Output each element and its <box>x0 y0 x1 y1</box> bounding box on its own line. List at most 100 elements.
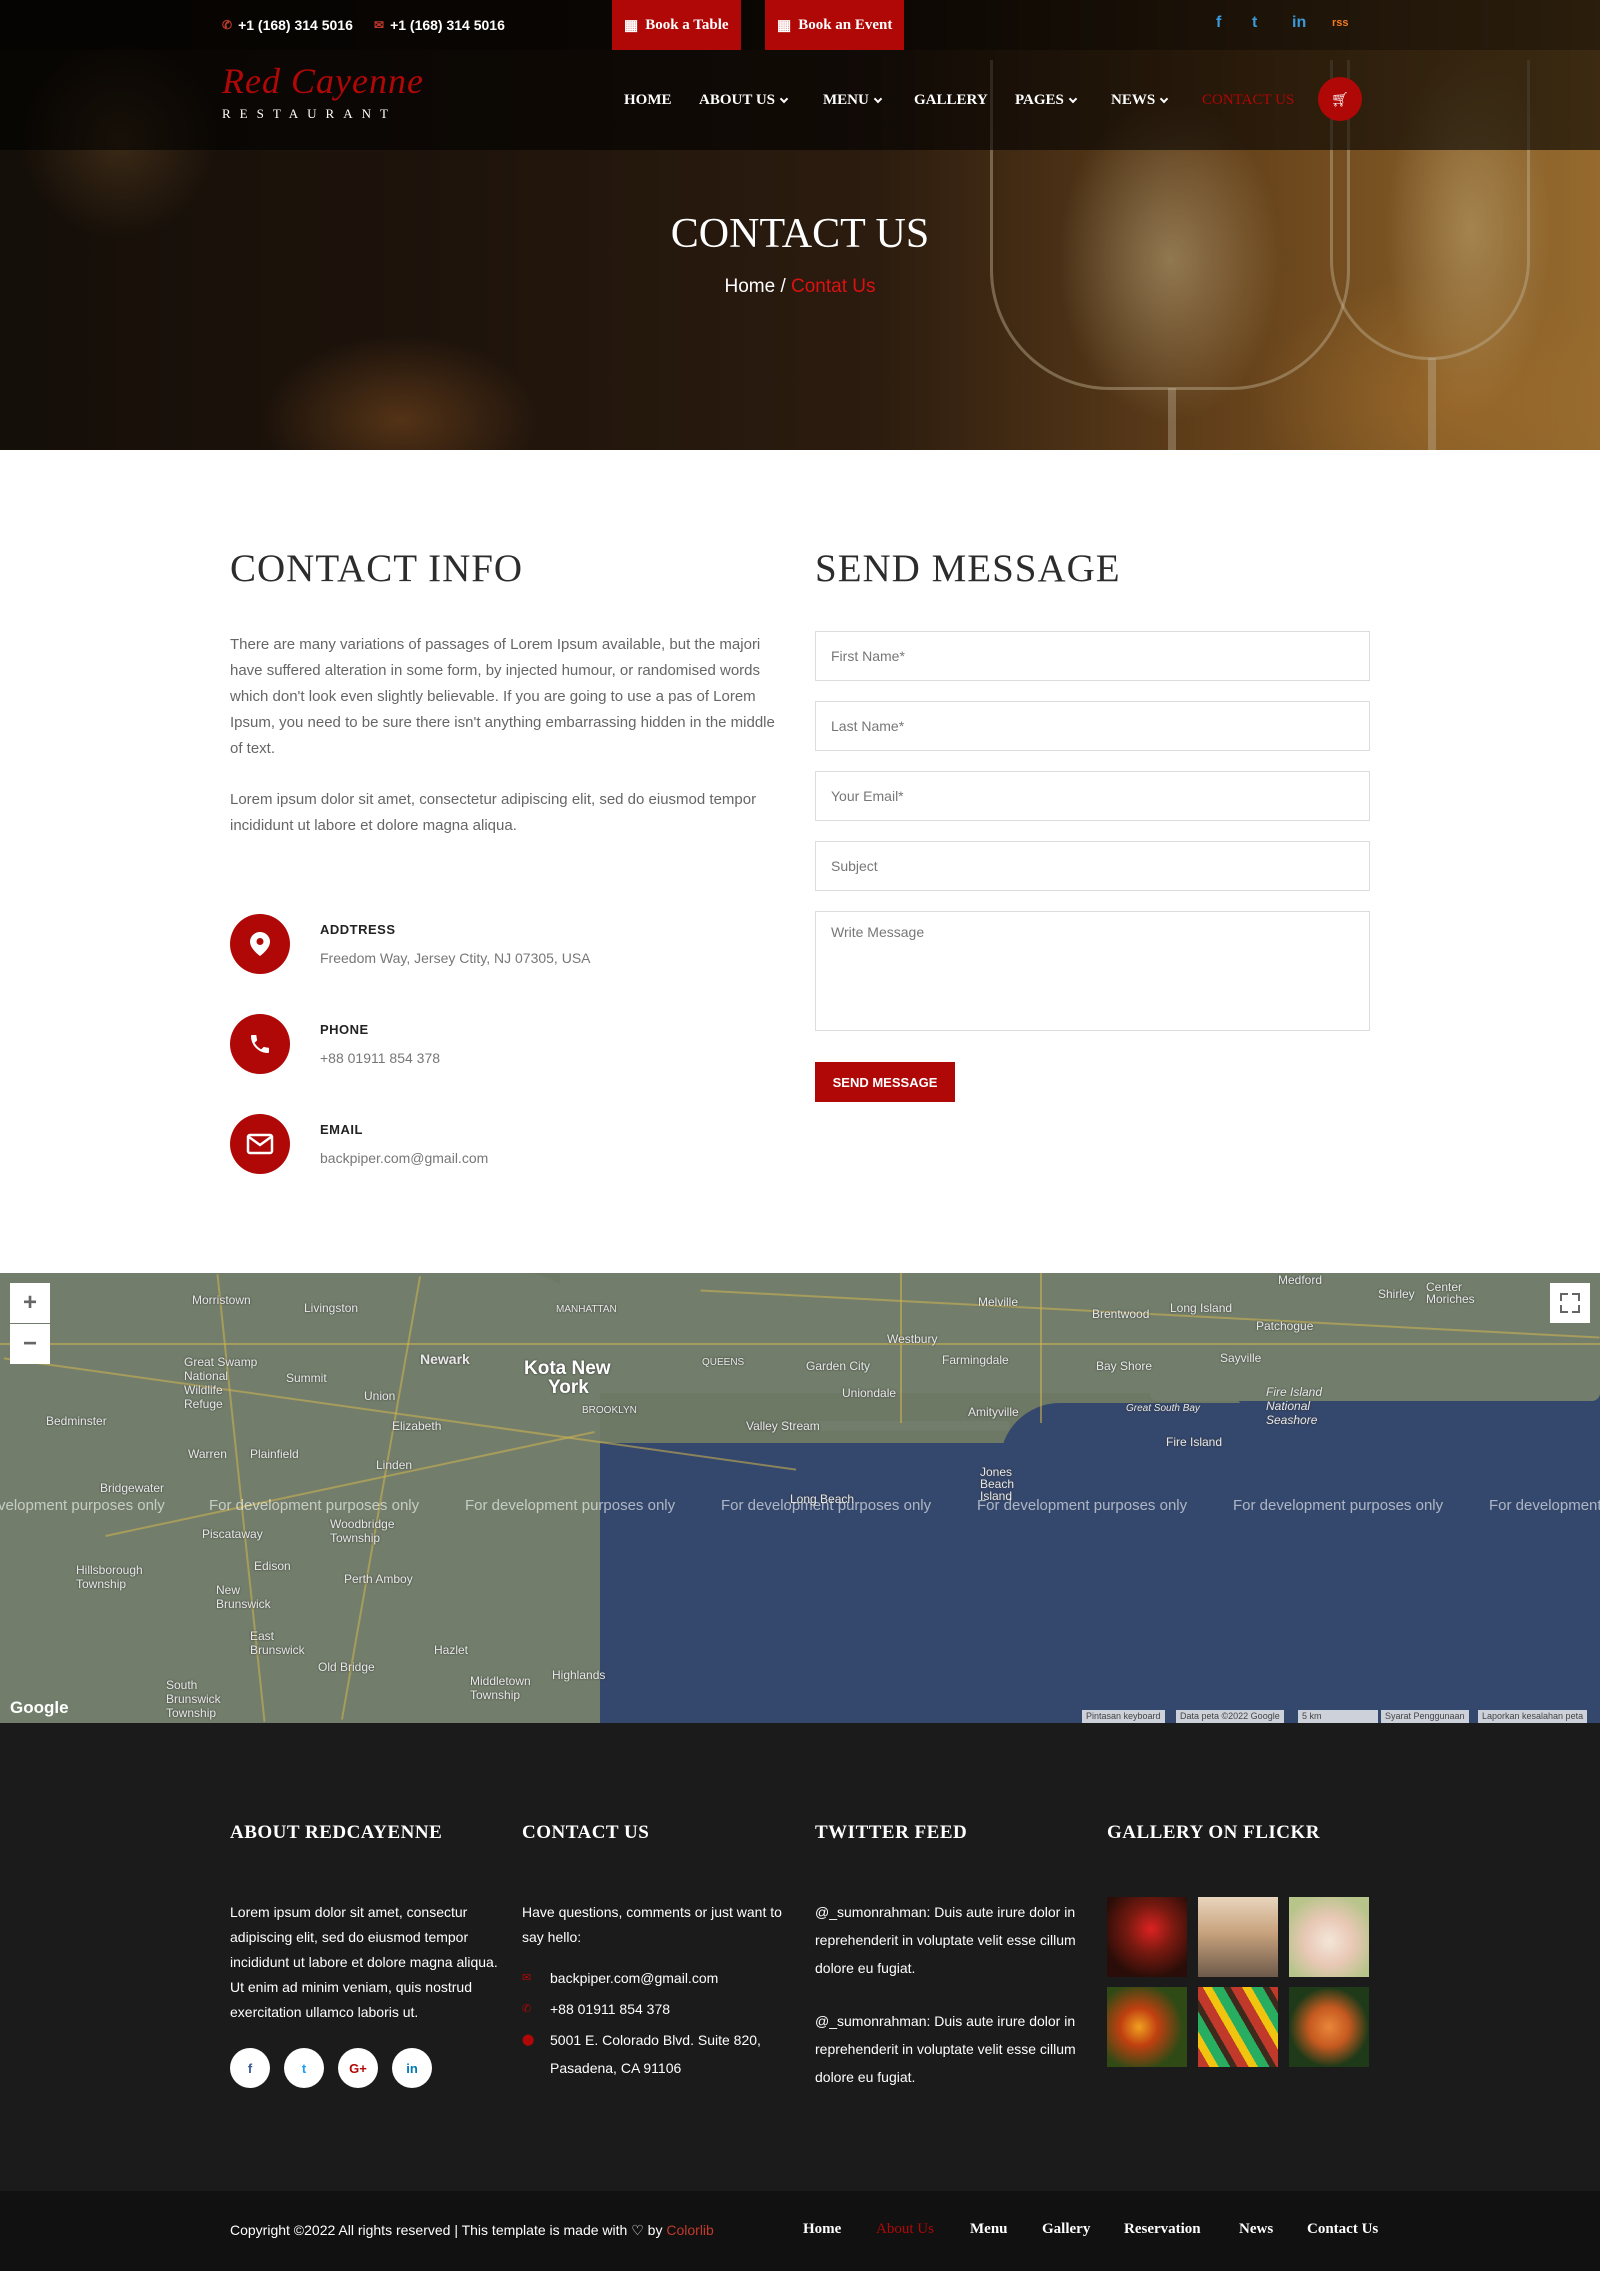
copyright: Copyright ©2022 All rights reserved | Th… <box>230 2222 714 2238</box>
footer-nav-reservation[interactable]: Reservation <box>1124 2221 1201 2238</box>
tweet: @_sumonrahman: Duis aute irure dolor in … <box>815 2013 1076 2085</box>
footer-contact-phone[interactable]: ✆ +88 01911 854 378 <box>522 1995 670 2023</box>
flickr-thumbnail[interactable] <box>1107 1987 1187 2067</box>
footer-gallery-title: GALLERY ON FLICKR <box>1107 1822 1320 1843</box>
footer-nav-about-us[interactable]: About Us <box>876 2221 934 2238</box>
contact-info-paragraph-2: Lorem ipsum dolor sit amet, consectetur … <box>230 791 757 834</box>
twitter-icon[interactable]: t <box>284 2048 324 2088</box>
flickr-thumbnail[interactable] <box>1198 1987 1278 2067</box>
zoom-out-button[interactable]: − <box>10 1324 50 1364</box>
map-label: New Brunswick <box>216 1583 271 1611</box>
flickr-thumbnail[interactable] <box>1198 1897 1278 1977</box>
phone-icon: ✆ <box>222 18 233 32</box>
google-logo[interactable]: Google <box>10 1698 69 1718</box>
zoom-in-button[interactable]: + <box>10 1283 50 1323</box>
top-phone-1[interactable]: ✆ +1 (168) 314 5016 <box>222 17 353 33</box>
footer-contact-address: ⬤ 5001 E. Colorado Blvd. Suite 820, Pasa… <box>522 2026 761 2082</box>
map-label: East Brunswick <box>250 1629 305 1657</box>
map-label: Old Bridge <box>318 1660 375 1674</box>
map-label: Highlands <box>552 1668 606 1682</box>
chevron-down-icon <box>779 94 789 103</box>
first-name-field[interactable] <box>815 631 1370 681</box>
message-field[interactable] <box>815 911 1370 1031</box>
calendar-icon: ▦ <box>777 17 792 34</box>
map-label: BROOKLYN <box>582 1405 637 1416</box>
map-label: Summit <box>286 1371 327 1385</box>
footer-twitter-title: TWITTER FEED <box>815 1822 968 1843</box>
footer-nav-menu[interactable]: Menu <box>970 2221 1008 2238</box>
cart-button[interactable]: 🛒︎ <box>1318 77 1362 121</box>
twitter-icon[interactable]: t <box>1252 14 1257 32</box>
map-label: Great South Bay <box>1126 1403 1200 1414</box>
footer-about-text: Lorem ipsum dolor sit amet, consectur ad… <box>230 1904 498 2020</box>
map-label: Westbury <box>887 1332 938 1346</box>
nav-home[interactable]: HOME <box>624 92 672 109</box>
logo-title[interactable]: Red Cayenne <box>222 60 424 102</box>
map-terms[interactable]: Syarat Penggunaan <box>1381 1710 1469 1723</box>
email-field[interactable] <box>815 771 1370 821</box>
map-marker-icon <box>230 914 290 974</box>
nav-gallery[interactable]: GALLERY <box>914 92 988 109</box>
phone-icon <box>230 1014 290 1074</box>
breadcrumb-home[interactable]: Home <box>724 276 775 297</box>
map-report-error[interactable]: Laporkan kesalahan peta <box>1478 1710 1588 1723</box>
heart-icon: ♡ <box>631 2222 644 2238</box>
contact-info-title: CONTACT INFO <box>230 547 524 590</box>
colorlib-link[interactable]: Colorlib <box>666 2222 713 2238</box>
map-dev-watermark: velopment purposes only <box>0 1497 165 1514</box>
linkedin-icon[interactable]: in <box>1292 14 1306 32</box>
last-name-field[interactable] <box>815 701 1370 751</box>
flickr-thumbnail[interactable] <box>1289 1897 1369 1977</box>
chevron-down-icon <box>1068 94 1078 103</box>
flickr-thumbnail[interactable] <box>1289 1987 1369 2067</box>
footer-contact-email[interactable]: ✉ backpiper.com@gmail.com <box>522 1964 718 1992</box>
top-phone-2[interactable]: ✉ +1 (168) 314 5016 <box>374 17 505 33</box>
google-map[interactable]: Morristown Livingston MANHATTAN Newark K… <box>0 1273 1600 1723</box>
flickr-thumbnail[interactable] <box>1107 1897 1187 1977</box>
cart-icon: 🛒︎ <box>1331 90 1349 107</box>
envelope-icon: ✉ <box>522 1972 532 1984</box>
facebook-icon[interactable]: f <box>1216 14 1221 32</box>
email-value[interactable]: backpiper.com@gmail.com <box>320 1150 488 1166</box>
map-label: Kota New <box>524 1358 611 1379</box>
footer-nav-contact-us[interactable]: Contact Us <box>1307 2221 1378 2238</box>
map-label: Medford <box>1278 1273 1323 1287</box>
google-plus-icon[interactable]: G+ <box>338 2048 378 2088</box>
footer-contact-intro: Have questions, comments or just want to… <box>522 1904 782 1945</box>
phone-value[interactable]: +88 01911 854 378 <box>320 1050 440 1066</box>
address-label: ADDTRESS <box>320 922 396 937</box>
map-label: Hazlet <box>434 1643 469 1657</box>
footer-nav-gallery[interactable]: Gallery <box>1042 2221 1090 2238</box>
map-keyboard-shortcuts[interactable]: Pintasan keyboard <box>1082 1710 1165 1723</box>
nav-news[interactable]: NEWS <box>1111 92 1169 109</box>
fullscreen-icon <box>1572 1305 1580 1313</box>
map-label: Union <box>364 1389 396 1403</box>
map-label: Valley Stream <box>746 1419 820 1433</box>
map-label: Bay Shore <box>1096 1359 1153 1373</box>
footer-nav-news[interactable]: News <box>1239 2221 1273 2238</box>
map-label: Patchogue <box>1256 1319 1314 1333</box>
nav-contact-us[interactable]: CONTACT US <box>1202 92 1294 109</box>
footer-address-line-2: Pasadena, CA 91106 <box>550 2060 682 2076</box>
book-event-button[interactable]: ▦ Book an Event <box>765 0 905 50</box>
send-message-button[interactable]: SEND MESSAGE <box>815 1062 955 1102</box>
email-label: EMAIL <box>320 1122 363 1137</box>
fullscreen-icon <box>1572 1293 1580 1301</box>
nav-about-us[interactable]: ABOUT US <box>699 92 789 109</box>
footer-nav-home[interactable]: Home <box>803 2221 841 2238</box>
facebook-icon[interactable]: f <box>230 2048 270 2088</box>
map-dev-watermark: For development purposes only <box>721 1497 932 1514</box>
linkedin-icon[interactable]: in <box>392 2048 432 2088</box>
map-marker-icon: ⬤ <box>522 2034 535 2046</box>
contact-info-paragraph-1: There are many variations of passages of… <box>230 636 775 757</box>
breadcrumb-current: Contat Us <box>791 276 876 297</box>
fullscreen-button[interactable] <box>1550 1283 1590 1323</box>
rss-icon[interactable]: rss <box>1332 17 1349 29</box>
nav-menu[interactable]: MENU <box>823 92 883 109</box>
subject-field[interactable] <box>815 841 1370 891</box>
book-table-button[interactable]: ▦ Book a Table <box>612 0 741 50</box>
map-label: Hillsborough Township <box>76 1563 143 1591</box>
nav-pages[interactable]: PAGES <box>1015 92 1078 109</box>
map-label: Piscataway <box>202 1527 263 1541</box>
map-label: Fire Island <box>1166 1435 1223 1449</box>
